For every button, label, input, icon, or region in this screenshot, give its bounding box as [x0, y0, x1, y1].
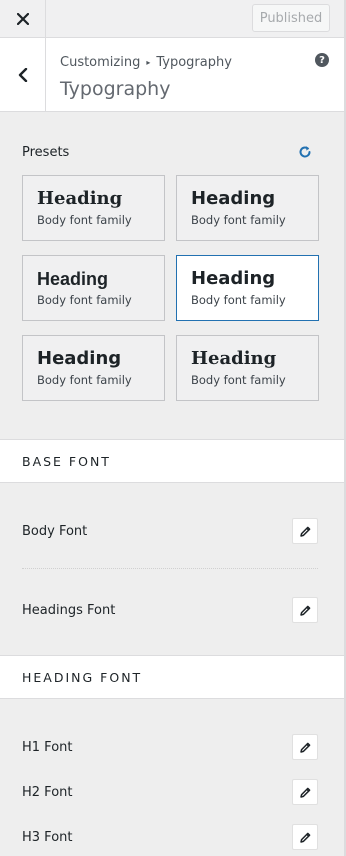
pencil-icon — [299, 742, 310, 753]
edit-h3-font-button[interactable] — [292, 824, 318, 850]
body-font-label: Body Font — [22, 523, 88, 539]
edit-h1-font-button[interactable] — [292, 734, 318, 760]
base-font-section-header[interactable]: BASE FONT — [0, 439, 346, 483]
preset-heading: Heading — [37, 269, 109, 289]
preset-heading: Heading — [191, 268, 276, 289]
pencil-icon — [299, 832, 310, 843]
page-title: Typography — [60, 78, 171, 100]
preset-heading: Heading — [37, 188, 123, 209]
section-header: Customizing ▸ Typography Typography ? — [0, 38, 346, 112]
preset-body: Body font family — [37, 293, 132, 307]
breadcrumb-separator-icon: ▸ — [146, 58, 151, 67]
h2-font-control: H2 Font — [22, 778, 318, 806]
base-font-section-title: BASE FONT — [22, 453, 111, 469]
divider — [22, 568, 318, 569]
edit-body-font-button[interactable] — [292, 518, 318, 544]
back-button[interactable] — [0, 38, 46, 111]
preset-body: Body font family — [191, 213, 286, 227]
h1-font-label: H1 Font — [22, 739, 73, 755]
back-chevron-icon — [18, 67, 27, 82]
preset-heading: Heading — [191, 348, 277, 369]
breadcrumb: Customizing ▸ Typography — [60, 55, 232, 70]
pencil-icon — [299, 526, 310, 537]
preset-body: Body font family — [191, 373, 286, 387]
breadcrumb-root: Customizing — [60, 55, 141, 70]
breadcrumb-section: Typography — [156, 55, 232, 70]
close-button[interactable] — [0, 0, 46, 38]
edit-h2-font-button[interactable] — [292, 779, 318, 805]
presets-title: Presets — [22, 145, 70, 160]
customizer-topbar: Published — [0, 0, 346, 38]
headings-font-label: Headings Font — [22, 602, 116, 618]
reset-icon[interactable] — [297, 144, 313, 160]
h2-font-label: H2 Font — [22, 784, 73, 800]
h1-font-control: H1 Font — [22, 733, 318, 761]
preset-card[interactable]: Heading Body font family — [176, 335, 319, 401]
help-icon[interactable]: ? — [315, 53, 329, 67]
edit-headings-font-button[interactable] — [292, 597, 318, 623]
body-font-control: Body Font — [22, 517, 318, 545]
h3-font-control: H3 Font — [22, 823, 318, 851]
heading-font-section-title: HEADING FONT — [22, 669, 143, 685]
headings-font-control: Headings Font — [22, 596, 318, 624]
pencil-icon — [299, 605, 310, 616]
h3-font-label: H3 Font — [22, 829, 73, 845]
preset-card-selected[interactable]: Heading Body font family — [176, 255, 319, 321]
published-button[interactable]: Published — [252, 4, 330, 32]
pencil-icon — [299, 787, 310, 798]
preset-body: Body font family — [37, 373, 132, 387]
preset-card[interactable]: Heading Body font family — [22, 175, 165, 241]
preset-body: Body font family — [191, 293, 286, 307]
preset-card[interactable]: Heading Body font family — [22, 255, 165, 321]
close-icon — [16, 13, 29, 25]
preset-heading: Heading — [37, 348, 122, 369]
preset-card[interactable]: Heading Body font family — [22, 335, 165, 401]
preset-heading: Heading — [191, 188, 276, 209]
preset-body: Body font family — [37, 213, 132, 227]
preset-card[interactable]: Heading Body font family — [176, 175, 319, 241]
heading-font-section-header[interactable]: HEADING FONT — [0, 655, 346, 699]
